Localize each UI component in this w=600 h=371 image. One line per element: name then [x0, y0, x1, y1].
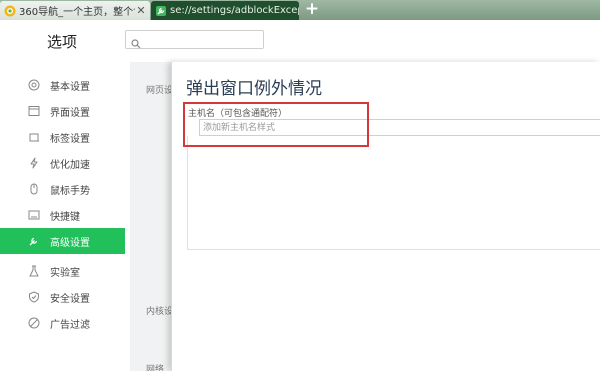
sidebar-item-label: 鼠标手势: [50, 185, 90, 197]
keyboard-icon: [27, 209, 40, 222]
sidebar-item-mouse-gestures[interactable]: 鼠标手势: [0, 176, 125, 202]
window-icon: [27, 105, 40, 118]
popup-exceptions-dialog: 弹出窗口例外情况 主机名（可包含通配符）: [171, 62, 600, 371]
new-tab-button[interactable]: +: [304, 1, 320, 18]
section-label-webpage: 网页设: [146, 86, 174, 96]
sidebar-item-adblock[interactable]: 广告过滤: [0, 310, 125, 336]
sidebar-item-interface[interactable]: 界面设置: [0, 98, 125, 124]
search-input[interactable]: [144, 32, 259, 47]
sidebar-item-label: 优化加速: [50, 159, 90, 171]
tab-title: se://settings/adblockExcep: [170, 5, 299, 16]
mouse-icon: [27, 183, 40, 196]
shield-icon: [27, 291, 40, 304]
hostname-input[interactable]: [199, 119, 600, 136]
sidebar-item-security[interactable]: 安全设置: [0, 284, 125, 310]
sidebar-item-label: 广告过滤: [50, 319, 90, 331]
browser-tab-strip: 360导航_一个主页，整个世界 ✕ se://settings/adblockE…: [0, 0, 600, 20]
exceptions-list: [187, 136, 600, 250]
dialog-title: 弹出窗口例外情况: [186, 79, 322, 99]
sidebar-item-label: 基本设置: [50, 81, 90, 93]
sidebar-item-lab[interactable]: 实验室: [0, 258, 125, 284]
sidebar-item-label: 标签设置: [50, 133, 90, 145]
sidebar-item-label: 界面设置: [50, 107, 90, 119]
settings-content-background: [130, 62, 171, 371]
gear-circle-icon: [27, 79, 40, 92]
tab-icon: [27, 131, 40, 144]
sidebar-item-label: 实验室: [50, 267, 80, 279]
page-title: 选项: [47, 33, 78, 51]
360-logo-icon: [4, 5, 16, 17]
hostname-label: 主机名（可包含通配符）: [188, 109, 288, 119]
sidebar-item-advanced[interactable]: 高级设置: [0, 228, 125, 254]
sidebar-item-label: 安全设置: [50, 293, 90, 305]
section-label-network: 网络: [146, 365, 165, 371]
close-icon[interactable]: ✕: [135, 4, 147, 17]
sidebar-item-optimize[interactable]: 优化加速: [0, 150, 125, 176]
wrench-icon: [27, 235, 40, 248]
sidebar-item-shortcuts[interactable]: 快捷键: [0, 202, 125, 228]
flask-icon: [27, 265, 40, 278]
sidebar-item-basic[interactable]: 基本设置: [0, 72, 125, 98]
tab-title: 360导航_一个主页，整个世界: [19, 7, 135, 18]
section-label-kernel: 内核设: [146, 307, 174, 317]
tab-settings[interactable]: se://settings/adblockExcep: [151, 1, 299, 20]
wrench-icon: [155, 5, 167, 17]
tab-360-navigation[interactable]: 360导航_一个主页，整个世界 ✕: [0, 1, 150, 20]
sidebar-item-label: 快捷键: [50, 211, 80, 223]
sidebar-item-label: 高级设置: [50, 237, 90, 249]
sidebar: 基本设置 界面设置 标签设置 优化加速 鼠标手势 快捷键 高级设置 实验室 安全…: [0, 62, 125, 371]
search-icon: [131, 34, 141, 49]
lightning-icon: [27, 157, 40, 170]
block-icon: [27, 317, 40, 330]
sidebar-item-tabs[interactable]: 标签设置: [0, 124, 125, 150]
search-box[interactable]: [125, 30, 264, 49]
